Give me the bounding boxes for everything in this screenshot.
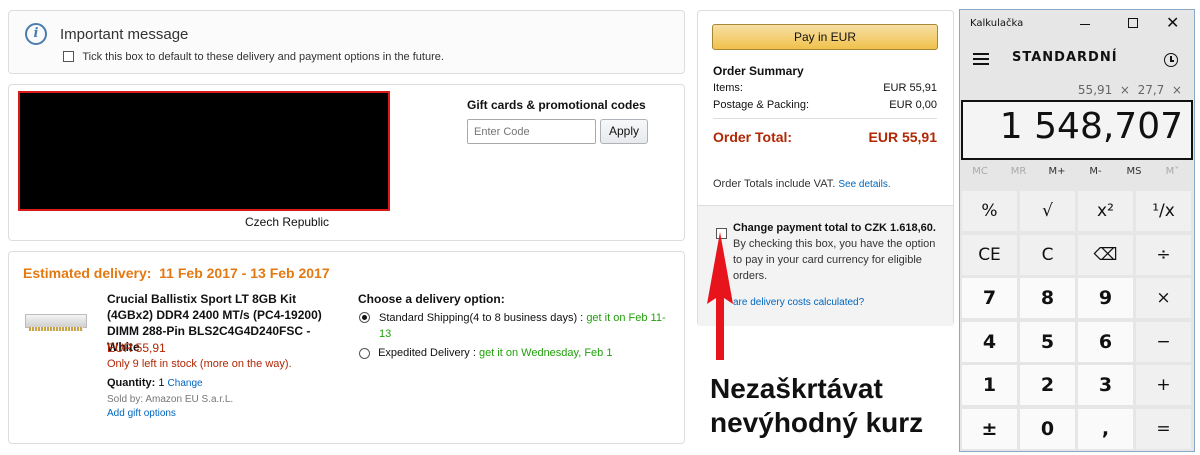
memory-add-button[interactable]: M+	[1038, 166, 1076, 177]
negate-key[interactable]: ±	[962, 408, 1017, 449]
address-redacted	[18, 91, 390, 211]
calculator-display: 1 548,707	[961, 100, 1193, 160]
currency-rest: By checking this box, you have the optio…	[733, 238, 936, 282]
square-root-key[interactable]: √	[1020, 191, 1075, 231]
close-icon[interactable]: ✕	[1166, 13, 1179, 32]
digit-8-key[interactable]: 8	[1020, 278, 1075, 318]
memory-list-button[interactable]: M˅	[1154, 166, 1192, 177]
annotation-line-2: nevýhodný kurz	[710, 407, 924, 438]
quantity-label: Quantity:	[107, 377, 156, 389]
default-options-row: Tick this box to default to these delive…	[63, 49, 444, 63]
maximize-icon[interactable]	[1128, 18, 1138, 28]
digit-0-key[interactable]: 0	[1020, 408, 1075, 449]
calculator-window[interactable]: Kalkulačka ✕ STANDARDNÍ 55,91 × 27,7 × 1…	[959, 9, 1195, 452]
digit-9-key[interactable]: 9	[1078, 278, 1133, 318]
postage-label: Postage & Packing:	[713, 99, 810, 111]
annotation-line-1: Nezaškrtávat	[710, 373, 883, 404]
delivery-costs-link[interactable]: are delivery costs calculated?	[733, 297, 864, 308]
calculator-titlebar[interactable]: Kalkulačka ✕	[960, 10, 1194, 40]
stock-note: Only 9 left in stock (more on the way).	[107, 358, 292, 370]
multiply-key[interactable]: ×	[1136, 278, 1191, 318]
calculator-expression: 55,91 × 27,7 ×	[1077, 83, 1182, 97]
arrow-head	[707, 232, 733, 304]
important-message-box: i Important message Tick this box to def…	[8, 10, 685, 74]
percent-key[interactable]: %	[962, 191, 1017, 231]
subtract-key[interactable]: −	[1136, 321, 1191, 362]
product-image	[25, 310, 87, 332]
items-label: Items:	[713, 82, 743, 94]
digit-5-key[interactable]: 5	[1020, 321, 1075, 362]
memory-store-button[interactable]: MS	[1115, 166, 1153, 177]
choose-delivery-label: Choose a delivery option:	[358, 292, 505, 306]
clear-entry-key[interactable]: CE	[962, 234, 1017, 275]
delivery-box: Estimated delivery: 11 Feb 2017 - 13 Feb…	[8, 251, 685, 444]
divide-key[interactable]: ÷	[1136, 234, 1191, 275]
delivery-option-standard[interactable]: Standard Shipping(4 to 8 business days) …	[359, 310, 669, 342]
memory-recall-button[interactable]: MR	[1000, 166, 1038, 177]
annotation-text: Nezaškrtávat nevýhodný kurz	[710, 372, 923, 440]
quantity-value: 1	[158, 377, 165, 389]
gift-options-link[interactable]: Add gift options	[107, 408, 176, 419]
address-gift-box: Czech Republic Gift cards & promotional …	[8, 84, 685, 241]
apply-button[interactable]: Apply	[600, 119, 648, 144]
reciprocal-key[interactable]: ¹/x	[1136, 191, 1191, 231]
vat-note: Order Totals include VAT.	[713, 178, 836, 190]
arrow-shaft	[716, 296, 724, 360]
add-key[interactable]: +	[1136, 365, 1191, 405]
hamburger-icon[interactable]	[973, 53, 989, 65]
equals-key[interactable]: =	[1136, 408, 1191, 449]
gift-title: Gift cards & promotional codes	[467, 98, 646, 112]
standard-radio[interactable]	[359, 312, 370, 323]
decimal-key[interactable]: ,	[1078, 408, 1133, 449]
info-icon: i	[25, 23, 47, 45]
expedited-label: Expedited Delivery :	[378, 347, 476, 359]
currency-text: Change payment total to CZK 1.618,60. By…	[733, 220, 943, 284]
order-summary-title: Order Summary	[713, 64, 804, 78]
quantity-row: Quantity: 1 Change	[107, 377, 203, 389]
backspace-key[interactable]: ⌫	[1078, 234, 1133, 275]
standard-label: Standard Shipping(4 to 8 business days) …	[379, 312, 584, 324]
promo-code-input[interactable]	[467, 119, 596, 144]
memory-clear-button[interactable]: MC	[961, 166, 999, 177]
history-icon[interactable]	[1164, 53, 1178, 67]
estimated-label: Estimated delivery:	[23, 265, 152, 281]
digit-4-key[interactable]: 4	[962, 321, 1017, 362]
red-arrow-annotation	[707, 232, 733, 360]
digit-2-key[interactable]: 2	[1020, 365, 1075, 405]
default-options-checkbox[interactable]	[63, 51, 74, 63]
pay-in-eur-button[interactable]: Pay in EUR	[712, 24, 938, 50]
address-country: Czech Republic	[245, 215, 330, 229]
product-price: EUR 55,91	[107, 341, 166, 355]
memory-subtract-button[interactable]: M-	[1077, 166, 1115, 177]
digit-6-key[interactable]: 6	[1078, 321, 1133, 362]
calculator-result: 1 548,707	[999, 106, 1183, 147]
square-key[interactable]: x²	[1078, 191, 1133, 231]
expedited-date: get it on Wednesday, Feb 1	[478, 347, 613, 359]
digit-7-key[interactable]: 7	[962, 278, 1017, 318]
postage-value: EUR 0,00	[889, 99, 937, 111]
quantity-change-link[interactable]: Change	[168, 378, 203, 389]
calculator-mode: STANDARDNÍ	[1012, 50, 1118, 65]
order-total-value: EUR 55,91	[868, 129, 937, 145]
minimize-icon[interactable]	[1080, 24, 1090, 25]
estimated-dates: 11 Feb 2017 - 13 Feb 2017	[159, 265, 330, 281]
vat-note-row: Order Totals include VAT. See details.	[713, 178, 891, 190]
sold-by: Sold by: Amazon EU S.a.r.L.	[107, 394, 234, 405]
calculator-title: Kalkulačka	[970, 18, 1024, 29]
order-total-label: Order Total:	[713, 129, 793, 145]
delivery-option-expedited[interactable]: Expedited Delivery : get it on Wednesday…	[359, 347, 679, 359]
currency-bold: Change payment total to CZK 1.618,60.	[733, 222, 936, 234]
items-value: EUR 55,91	[883, 82, 937, 94]
expedited-radio[interactable]	[359, 347, 370, 359]
important-title: Important message	[60, 26, 189, 43]
estimated-delivery: Estimated delivery: 11 Feb 2017 - 13 Feb…	[23, 265, 330, 281]
digit-1-key[interactable]: 1	[962, 365, 1017, 405]
see-details-link[interactable]: See details.	[838, 179, 890, 190]
summary-divider	[713, 118, 937, 119]
default-options-label: Tick this box to default to these delive…	[82, 51, 444, 63]
digit-3-key[interactable]: 3	[1078, 365, 1133, 405]
clear-key[interactable]: C	[1020, 234, 1075, 275]
